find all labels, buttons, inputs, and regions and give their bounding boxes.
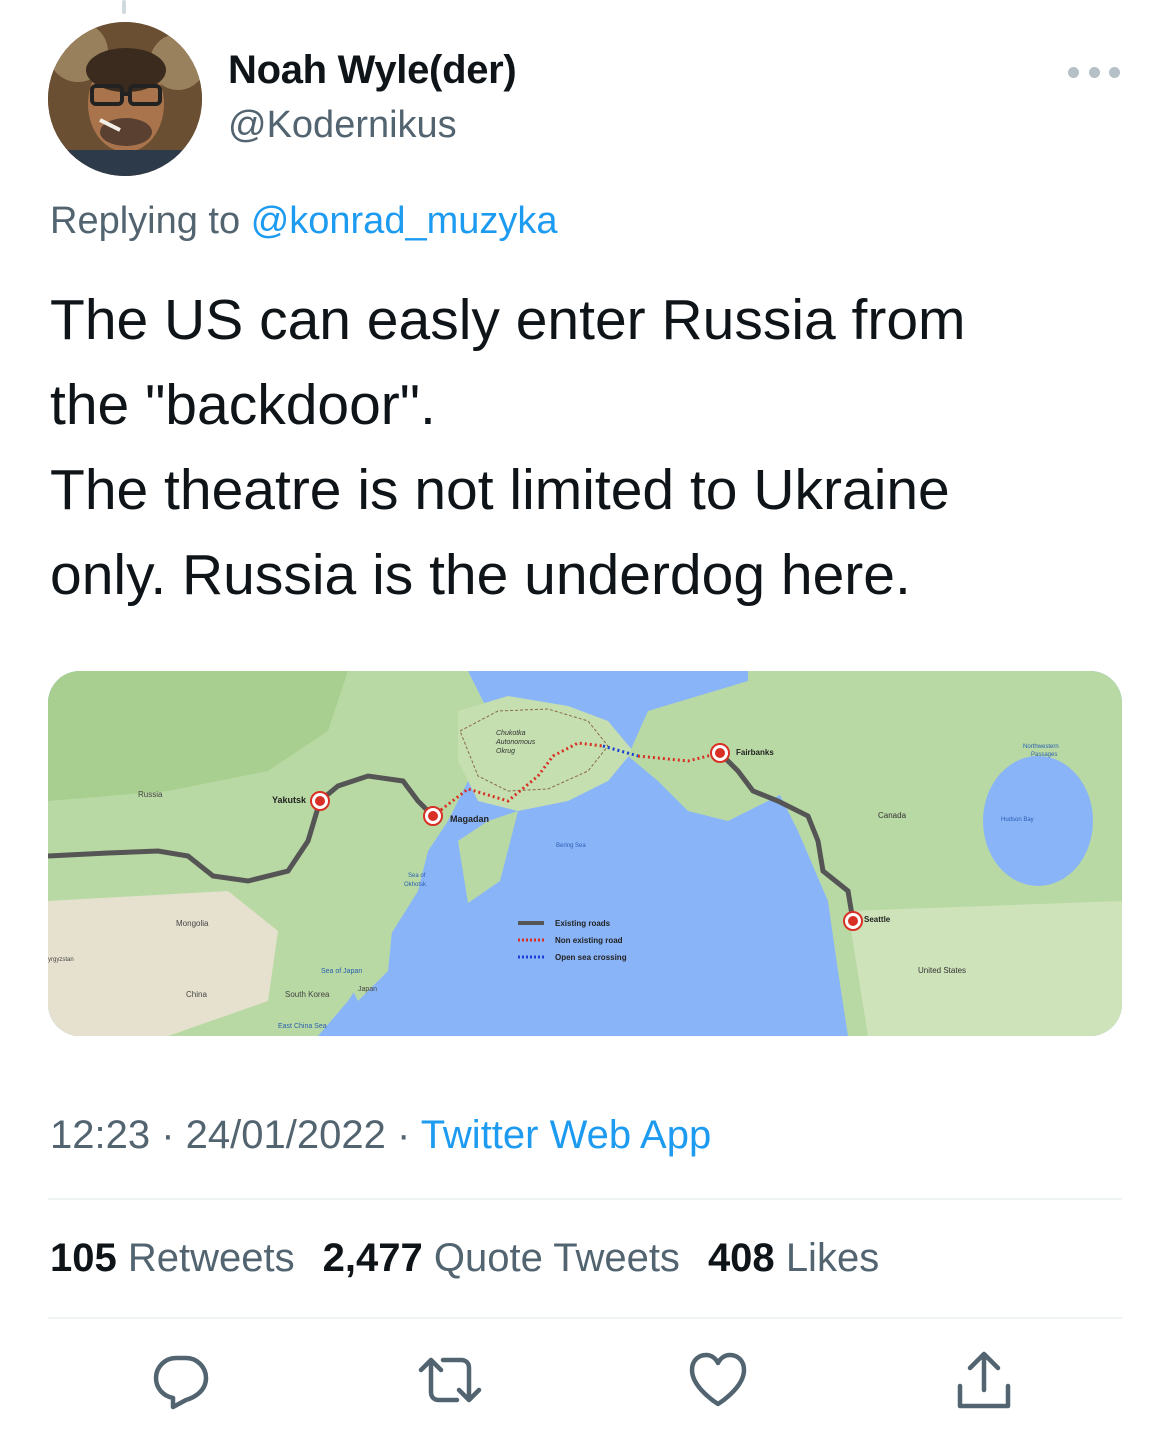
map-label-mongolia: Mongolia — [176, 919, 209, 928]
map-label-east-china-sea: East China Sea — [278, 1023, 327, 1030]
likes-label: Likes — [785, 1236, 880, 1280]
map-graphic: Russia Yakutsk Magadan Chukotka Autonomo… — [48, 671, 1122, 1036]
map-label-chukotka-2: Autonomous — [495, 739, 536, 746]
engagement-stats: 105 Retweets 2,477 Quote Tweets 408 Likes — [50, 1236, 879, 1281]
map-label-sea-of-okhotsk-2: Okhotsk — [404, 882, 427, 888]
avatar[interactable] — [48, 22, 202, 176]
map-label-chukotka-3: Okrug — [496, 748, 515, 755]
more-icon[interactable] — [1068, 60, 1120, 84]
tweet-text: The US can easly enter Russia from the "… — [50, 288, 966, 607]
map-label-china: China — [186, 990, 207, 999]
marker-seattle-icon — [843, 911, 863, 931]
map-label-south-korea: South Korea — [285, 990, 330, 999]
map-label-sea-of-japan: Sea of Japan — [321, 968, 362, 975]
like-icon[interactable] — [688, 1350, 748, 1410]
meta-separator: · — [150, 1113, 186, 1157]
divider — [48, 1198, 1122, 1200]
map-label-japan: Japan — [358, 986, 377, 993]
action-bar — [0, 1350, 1170, 1420]
map-label-yakutsk: Yakutsk — [272, 795, 307, 805]
reply-icon[interactable] — [151, 1350, 211, 1410]
quote-tweets-count: 2,477 — [322, 1236, 423, 1280]
quote-tweets-stat[interactable]: 2,477 Quote Tweets — [323, 1236, 680, 1280]
source-app-link[interactable]: Twitter Web App — [421, 1113, 712, 1157]
retweets-stat[interactable]: 105 Retweets — [50, 1236, 295, 1280]
map-label-united-states: United States — [918, 966, 966, 975]
map-label-hudson-bay: Hudson Bay — [1001, 817, 1034, 823]
quote-tweets-label: Quote Tweets — [433, 1236, 680, 1280]
map-label-magadan: Magadan — [450, 814, 489, 824]
replying-prefix: Replying to — [50, 200, 241, 242]
avatar-image — [48, 22, 202, 176]
more-dot — [1068, 66, 1079, 78]
tweet-date[interactable]: 24/01/2022 — [186, 1113, 386, 1157]
map-label-seattle: Seattle — [864, 915, 891, 924]
more-dot — [1109, 66, 1120, 78]
retweets-label: Retweets — [127, 1236, 295, 1280]
map-label-bering-sea: Bering Sea — [556, 843, 586, 849]
legend-label-non-existing: Non existing road — [555, 936, 623, 945]
tweet-time[interactable]: 12:23 — [50, 1113, 150, 1157]
meta-separator: · — [385, 1113, 421, 1157]
reply-mention-link[interactable]: @konrad_muzyka — [251, 200, 558, 242]
retweet-icon[interactable] — [417, 1350, 482, 1410]
map-label-northwestern-1: Northwestern — [1023, 744, 1059, 750]
share-icon[interactable] — [954, 1350, 1014, 1410]
map-label-fairbanks: Fairbanks — [736, 748, 774, 757]
map-label-northwestern-2: Passages — [1031, 752, 1057, 758]
map-label-chukotka-1: Chukotka — [496, 730, 526, 737]
author-handle[interactable]: @Kodernikus — [228, 104, 457, 147]
likes-stat[interactable]: 408 Likes — [708, 1236, 879, 1280]
thread-connector — [122, 0, 126, 14]
divider — [48, 1317, 1122, 1319]
replying-to: Replying to @konrad_muzyka — [50, 200, 558, 243]
map-label-canada: Canada — [878, 811, 907, 820]
map-label-sea-of-okhotsk-1: Sea of — [408, 873, 426, 879]
legend-label-sea-crossing: Open sea crossing — [555, 953, 627, 962]
marker-fairbanks-icon — [710, 743, 730, 763]
marker-yakutsk-icon — [310, 791, 330, 811]
tweet-image-map[interactable]: Russia Yakutsk Magadan Chukotka Autonomo… — [48, 671, 1122, 1036]
author-name[interactable]: Noah Wyle(der) — [228, 48, 517, 93]
map-label-russia: Russia — [138, 790, 163, 799]
map-label-kyrgyzstan: yrgyzstan — [48, 957, 74, 963]
likes-count: 408 — [707, 1236, 775, 1280]
more-dot — [1088, 66, 1100, 78]
marker-magadan-icon — [423, 806, 443, 826]
tweet-timestamp: 12:23 · 24/01/2022 · Twitter Web App — [50, 1113, 711, 1158]
retweets-count: 105 — [50, 1236, 117, 1280]
legend-label-existing: Existing roads — [555, 919, 611, 928]
